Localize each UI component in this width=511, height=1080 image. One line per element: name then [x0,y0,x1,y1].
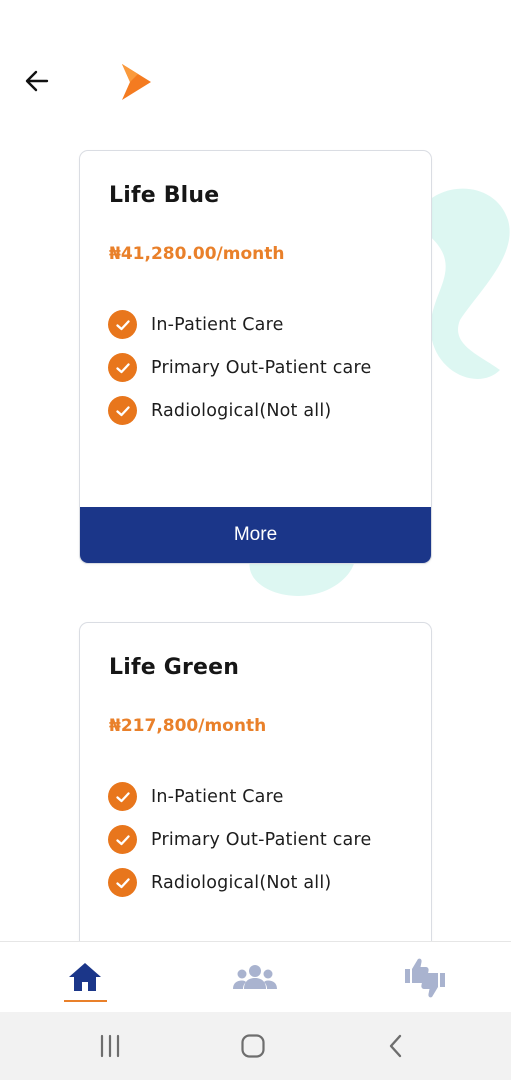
brand-logo [118,62,154,102]
feature-label: Radiological(Not all) [151,400,332,421]
home-button-icon [241,1034,265,1058]
feature-item: In-Patient Care [108,775,371,818]
feature-item: Radiological(Not all) [108,389,371,432]
check-circle-icon [108,396,137,425]
feature-label: Radiological(Not all) [151,872,332,893]
feature-list: In-Patient Care Primary Out-Patient care… [108,303,371,432]
plan-price: ₦217,800/month [109,716,267,736]
feature-item: Primary Out-Patient care [108,818,371,861]
plan-title: Life Green [109,655,240,680]
plan-title: Life Blue [109,183,220,208]
check-circle-icon [108,353,137,382]
feature-label: In-Patient Care [151,786,284,807]
bottom-nav [0,941,511,1012]
feature-item: Radiological(Not all) [108,861,371,904]
plan-price: ₦41,280.00/month [109,244,285,264]
check-circle-icon [108,868,137,897]
check-circle-icon [108,310,137,339]
feature-item: In-Patient Care [108,303,371,346]
system-back-icon [389,1034,402,1058]
plan-card-life-green[interactable]: Life Green ₦217,800/month In-Patient Car… [79,622,432,982]
feature-item: Primary Out-Patient care [108,346,371,389]
more-button[interactable]: More [80,507,431,563]
recent-apps-icon [100,1034,120,1058]
feature-label: Primary Out-Patient care [151,357,372,378]
feature-label: In-Patient Care [151,314,284,335]
check-circle-icon [108,782,137,811]
nav-groups[interactable] [225,942,285,1012]
feature-label: Primary Out-Patient care [151,829,372,850]
recent-apps-button[interactable] [90,1030,130,1062]
nav-feedback[interactable] [395,942,455,1012]
system-back-button[interactable] [376,1030,416,1062]
home-icon [69,963,101,991]
active-tab-indicator [64,1000,107,1002]
system-navigation-bar [0,1012,511,1080]
back-button[interactable] [20,64,54,98]
feature-list: In-Patient Care Primary Out-Patient care… [108,775,371,904]
thumbs-feedback-icon [405,958,445,998]
arrow-left-icon [25,70,49,92]
group-icon [233,965,277,989]
plan-card-life-blue[interactable]: Life Blue ₦41,280.00/month In-Patient Ca… [79,150,432,564]
brand-chevron-logo [122,64,151,100]
check-circle-icon [108,825,137,854]
system-home-button[interactable] [233,1030,273,1062]
